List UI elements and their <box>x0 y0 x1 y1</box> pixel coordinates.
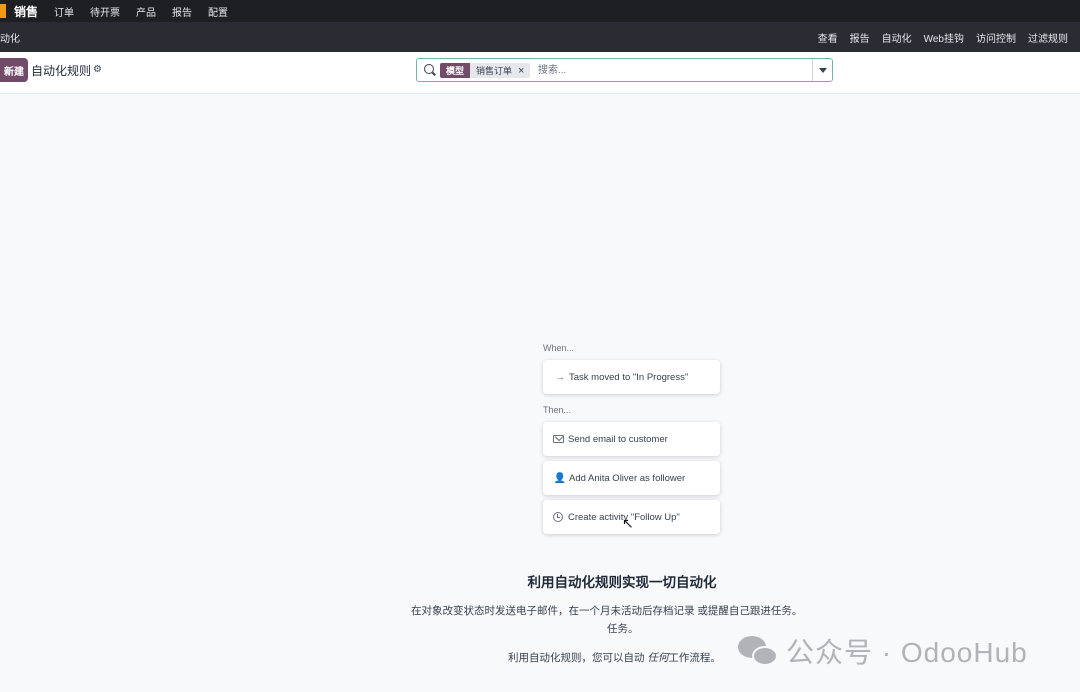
watermark: 公众号 · OdooHub <box>738 631 1028 671</box>
menu-orders[interactable]: 订单 <box>54 4 74 19</box>
action-card-follower: 👤 Add Anita Oliver as follower <box>543 461 720 495</box>
secondary-navbar: 动化 查看 报告 自动化 Web挂钩 访问控制 过滤规则 <box>0 22 1080 52</box>
app-name[interactable]: 销售 <box>14 3 38 20</box>
menu-report[interactable]: 报告 <box>850 30 870 45</box>
search-input[interactable] <box>538 63 808 78</box>
search-icon[interactable] <box>424 64 434 74</box>
breadcrumb[interactable]: 动化 <box>0 30 20 45</box>
control-panel: 新建 自动化规则 ⚙ 模型 销售订单 × <box>0 52 1080 94</box>
action-text: Send email to customer <box>568 433 668 445</box>
when-label: When... <box>543 343 575 353</box>
arrow-right-icon: → <box>555 371 565 383</box>
trigger-text: Task moved to "In Progress" <box>569 371 689 383</box>
main-navbar: 销售 订单 待开票 产品 报告 配置 <box>0 0 1080 22</box>
facet-value: 销售订单 <box>470 63 517 78</box>
empty-state-line3: 利用自动化规则，您可以自动 任何工作流程。 <box>508 650 721 665</box>
menu-reporting[interactable]: 报告 <box>172 4 192 19</box>
envelope-icon <box>553 435 564 443</box>
chevron-down-icon[interactable] <box>819 68 827 73</box>
close-icon[interactable]: × <box>516 63 531 78</box>
watermark-text: 公众号 · OdooHub <box>786 637 1028 668</box>
menu-record-rules[interactable]: 过滤规则 <box>1028 30 1068 45</box>
mouse-cursor-icon: ↖ <box>622 515 634 531</box>
gear-icon[interactable]: ⚙ <box>93 64 102 75</box>
menu-configuration[interactable]: 配置 <box>208 4 228 19</box>
menu-view[interactable]: 查看 <box>818 30 838 45</box>
action-text: Add Anita Oliver as follower <box>569 472 686 484</box>
menu-webhooks[interactable]: Web挂钩 <box>924 30 964 45</box>
clock-icon <box>553 512 563 522</box>
action-card-email: Send email to customer <box>543 422 720 456</box>
secondary-menu: 查看 报告 自动化 Web挂钩 访问控制 过滤规则 <box>806 30 1068 45</box>
empty-state-line2: 任务。 <box>607 623 639 635</box>
then-label: Then... <box>543 405 572 415</box>
search-bar[interactable]: 模型 销售订单 × <box>416 58 833 82</box>
facet-label: 模型 <box>440 63 471 78</box>
menu-automation[interactable]: 自动化 <box>882 30 912 45</box>
line3-prefix: 利用自动化规则，您可以自动 <box>508 652 648 664</box>
app-logo-icon[interactable] <box>0 4 6 18</box>
search-divider <box>812 59 813 81</box>
wechat-icon <box>738 634 780 668</box>
line3-suffix: 工作流程。 <box>668 652 721 664</box>
line3-emph: 任何 <box>647 652 669 664</box>
search-facet: 模型 销售订单 × <box>440 63 531 78</box>
menu-access-control[interactable]: 访问控制 <box>976 30 1016 45</box>
new-button[interactable]: 新建 <box>0 58 28 82</box>
page-title: 自动化规则 <box>31 64 92 78</box>
menu-products[interactable]: 产品 <box>136 4 156 19</box>
empty-state-line1: 在对象改变状态时发送电子邮件，在一个月未活动后存档记录 或提醒自己跟进任务。 <box>411 605 803 617</box>
empty-state-title: 利用自动化规则实现一切自动化 <box>527 575 717 590</box>
menu-to-invoice[interactable]: 待开票 <box>90 4 120 19</box>
trigger-card: → Task moved to "In Progress" <box>543 360 720 394</box>
user-plus-icon: 👤 <box>553 472 567 484</box>
